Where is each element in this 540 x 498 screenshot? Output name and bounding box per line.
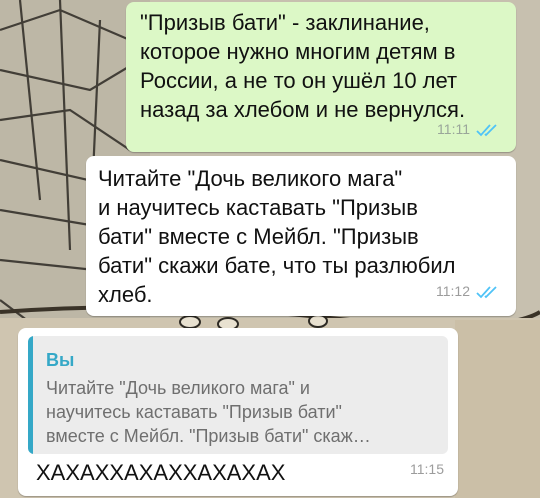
- message-bubble-outgoing[interactable]: "Призыв бати" - заклинание, которое нужн…: [126, 2, 516, 152]
- message-text: ХАХАХХАХАХХАХАХАХ: [36, 460, 286, 485]
- quote-author: Вы: [46, 350, 75, 370]
- message-text: "Призыв бати" - заклинание, которое нужн…: [140, 10, 466, 122]
- message-time: 11:12: [436, 283, 470, 299]
- quote-accent-bar: [28, 336, 33, 454]
- double-check-icon: [476, 123, 497, 136]
- quoted-message[interactable]: Вы Читайте "Дочь великого мага" и научит…: [28, 336, 448, 454]
- quote-preview: Читайте "Дочь великого мага" и научитесь…: [46, 378, 371, 446]
- message-time: 11:11: [437, 121, 470, 137]
- message-meta: 11:12: [436, 277, 502, 306]
- message-text: Читайте "Дочь великого мага" и научитесь…: [98, 166, 456, 307]
- message-meta: 11:15: [410, 455, 444, 484]
- double-check-icon: [476, 285, 497, 298]
- message-bubble-reply[interactable]: Вы Читайте "Дочь великого мага" и научит…: [18, 328, 458, 496]
- message-bubble-incoming[interactable]: Читайте "Дочь великого мага" и научитесь…: [86, 156, 516, 316]
- message-time: 11:15: [410, 461, 444, 477]
- message-meta: 11:11: [437, 115, 502, 144]
